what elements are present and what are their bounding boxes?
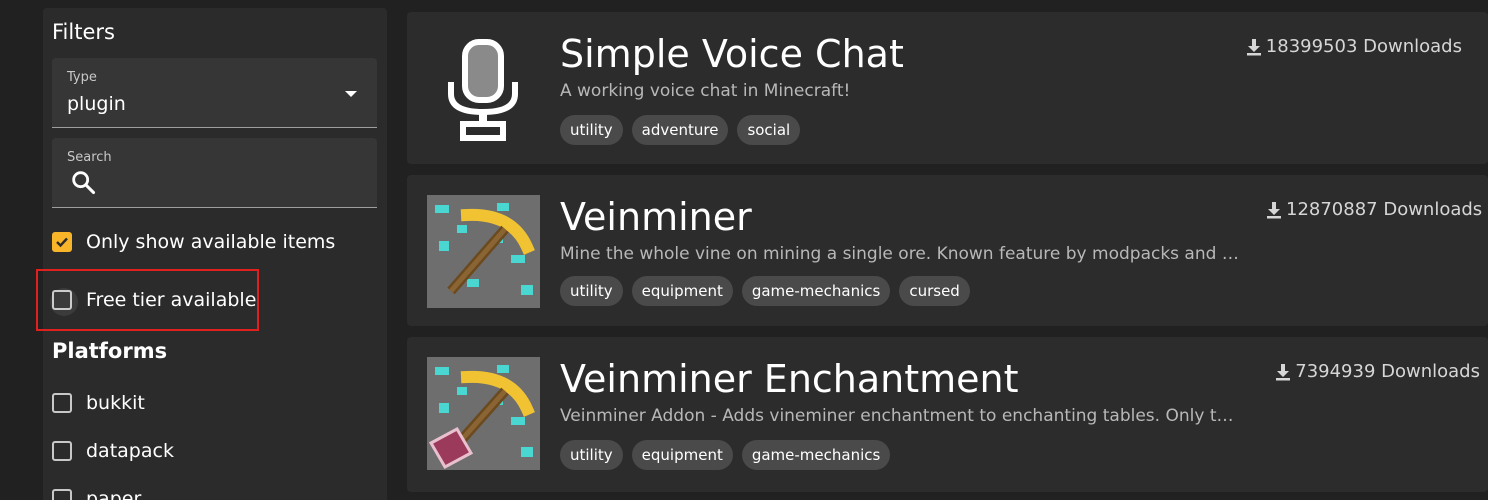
- tag-chip[interactable]: utility: [560, 276, 623, 306]
- item-card[interactable]: Veinminer Enchantment Veinminer Addon - …: [407, 337, 1488, 492]
- search-icon: [72, 171, 96, 195]
- microphone-icon: [427, 32, 540, 145]
- tag-chip[interactable]: game-mechanics: [741, 276, 891, 306]
- filters-sidebar: Filters Type plugin Search Only show ava…: [36, 8, 387, 500]
- free-tier-label: Free tier available: [86, 289, 257, 311]
- tag-chip[interactable]: game-mechanics: [741, 440, 891, 470]
- item-description: Veinminer Addon - Adds vineminer enchant…: [560, 406, 1240, 426]
- checkbox-hover-ripple: [50, 288, 78, 316]
- type-label: Type: [67, 70, 97, 85]
- item-tags: utility equipment game-mechanics: [560, 440, 891, 470]
- item-card[interactable]: Simple Voice Chat A working voice chat i…: [407, 12, 1488, 164]
- tag-chip[interactable]: social: [737, 115, 801, 145]
- free-tier-option[interactable]: Free tier available: [50, 284, 257, 316]
- platform-checkbox[interactable]: [52, 393, 72, 413]
- only-available-checkbox[interactable]: [52, 232, 72, 252]
- tag-chip[interactable]: cursed: [899, 276, 970, 306]
- item-tags: utility adventure social: [560, 115, 801, 145]
- item-card[interactable]: Veinminer Mine the whole vine on mining …: [407, 175, 1488, 326]
- app-root: Filters Type plugin Search Only show ava…: [0, 0, 1488, 500]
- only-available-label: Only show available items: [86, 231, 336, 253]
- platform-checkbox[interactable]: [52, 489, 72, 500]
- item-title[interactable]: Veinminer Enchantment: [560, 357, 1019, 401]
- download-count-text: 18399503 Downloads: [1265, 36, 1462, 57]
- free-tier-checkbox[interactable]: [50, 288, 78, 316]
- search-label: Search: [67, 150, 112, 165]
- type-value: plugin: [67, 93, 126, 115]
- platform-option-paper[interactable]: paper: [52, 483, 141, 500]
- platform-label: paper: [86, 488, 142, 500]
- filters-title: Filters: [52, 20, 115, 44]
- download-icon: [1246, 38, 1261, 55]
- tag-chip[interactable]: adventure: [631, 115, 729, 145]
- tag-chip[interactable]: equipment: [631, 440, 733, 470]
- item-description: A working voice chat in Minecraft!: [560, 81, 851, 101]
- platform-option-datapack[interactable]: datapack: [52, 435, 174, 467]
- enchanted-pickaxe-icon: [427, 357, 540, 470]
- download-count: 7394939 Downloads: [1275, 361, 1480, 382]
- tag-chip[interactable]: utility: [560, 115, 623, 145]
- checkmark-icon: [56, 237, 68, 248]
- pickaxe-icon: [427, 195, 540, 308]
- platform-label: bukkit: [86, 392, 145, 414]
- platform-option-bukkit[interactable]: bukkit: [52, 387, 145, 419]
- item-title[interactable]: Veinminer: [560, 195, 752, 239]
- download-count-text: 7394939 Downloads: [1295, 361, 1480, 382]
- item-title[interactable]: Simple Voice Chat: [560, 32, 904, 76]
- download-count-text: 12870887 Downloads: [1286, 199, 1483, 220]
- item-description: Mine the whole vine on mining a single o…: [560, 244, 1240, 264]
- search-field[interactable]: Search: [52, 138, 377, 208]
- download-count: 12870887 Downloads: [1266, 199, 1482, 220]
- type-select[interactable]: Type plugin: [52, 58, 377, 128]
- platform-label: datapack: [86, 440, 174, 462]
- tag-chip[interactable]: equipment: [631, 276, 733, 306]
- tag-chip[interactable]: utility: [560, 440, 623, 470]
- only-available-option[interactable]: Only show available items: [52, 226, 335, 258]
- dropdown-arrow-icon[interactable]: [345, 91, 357, 97]
- platform-checkbox[interactable]: [52, 441, 72, 461]
- platforms-title: Platforms: [52, 339, 168, 363]
- download-icon: [1276, 363, 1291, 380]
- item-tags: utility equipment game-mechanics cursed: [560, 276, 970, 306]
- download-icon: [1267, 201, 1281, 218]
- download-count: 18399503 Downloads: [1246, 36, 1462, 57]
